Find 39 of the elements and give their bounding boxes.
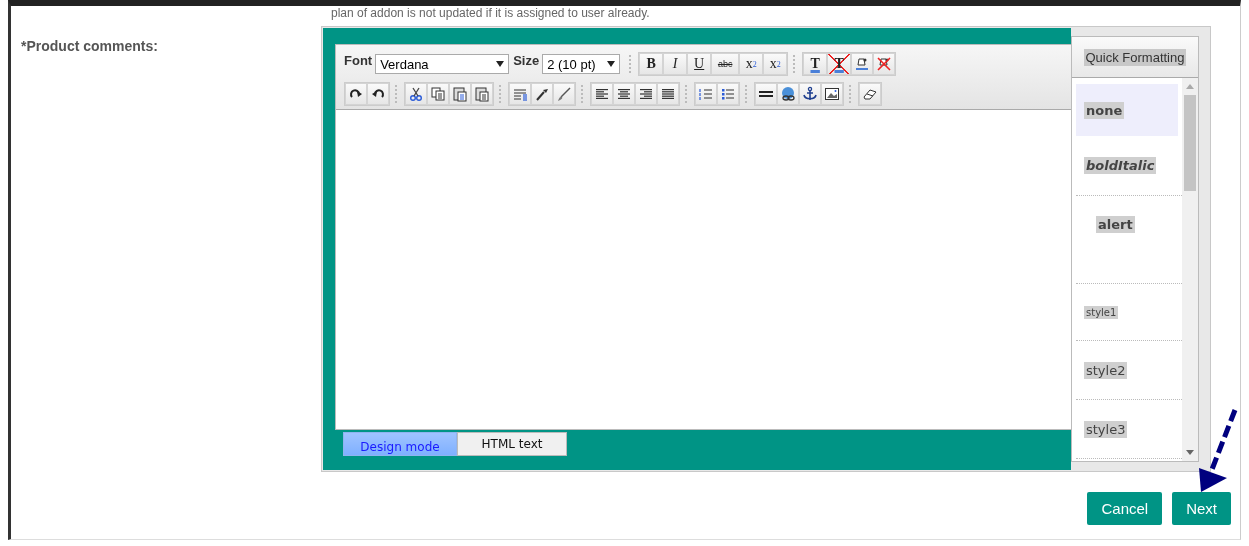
caret-icon bbox=[607, 61, 616, 67]
notice-text: plan of addon is not updated if it is assigned to user already. bbox=[331, 6, 651, 20]
anchor-icon[interactable] bbox=[802, 86, 818, 102]
style-item[interactable]: none bbox=[1076, 84, 1178, 136]
caret-icon bbox=[496, 61, 505, 67]
eyedropper-icon[interactable] bbox=[534, 86, 550, 102]
size-dropdown[interactable]: 2 (10 pt) bbox=[542, 54, 621, 74]
clipboard-icon[interactable] bbox=[474, 86, 490, 102]
scrollbar[interactable] bbox=[1182, 78, 1198, 461]
font-label: Font bbox=[344, 53, 373, 68]
eraser-icon[interactable] bbox=[862, 86, 878, 102]
style-item[interactable]: boldItalic bbox=[1076, 136, 1182, 196]
paragraph-icon[interactable] bbox=[512, 86, 528, 102]
size-label: Size bbox=[513, 53, 540, 68]
text-color-button[interactable]: T bbox=[803, 53, 828, 75]
align-right-icon[interactable] bbox=[638, 86, 654, 102]
bold-button[interactable]: B bbox=[639, 53, 664, 75]
paste-icon[interactable] bbox=[452, 86, 468, 102]
picture-icon[interactable] bbox=[824, 86, 840, 102]
field-label: *Product comments: bbox=[20, 37, 159, 54]
numbered-list-icon[interactable] bbox=[698, 86, 714, 102]
copy-icon[interactable] bbox=[430, 86, 446, 102]
style-item[interactable]: style3 bbox=[1076, 400, 1182, 459]
next-button[interactable]: Next bbox=[1172, 492, 1231, 525]
bullet-list-icon[interactable] bbox=[720, 86, 736, 102]
align-left-icon[interactable] bbox=[594, 86, 610, 102]
mode-tab[interactable]: Design mode bbox=[343, 432, 457, 456]
font-dropdown[interactable]: Verdana bbox=[375, 54, 510, 74]
style-item[interactable]: style2 bbox=[1076, 341, 1182, 400]
strikethrough-button[interactable]: abc bbox=[711, 53, 740, 75]
justify-icon[interactable] bbox=[660, 86, 676, 102]
brush-icon[interactable] bbox=[556, 86, 572, 102]
panel-title: Quick Formatting bbox=[1083, 48, 1187, 66]
mode-tab[interactable]: HTML text bbox=[457, 432, 567, 456]
align-center-icon[interactable] bbox=[616, 86, 632, 102]
underline-button[interactable]: U bbox=[687, 53, 712, 75]
scissors-icon[interactable] bbox=[408, 86, 424, 102]
cancel-button[interactable]: Cancel bbox=[1087, 492, 1163, 525]
italic-button[interactable]: I bbox=[663, 53, 688, 75]
